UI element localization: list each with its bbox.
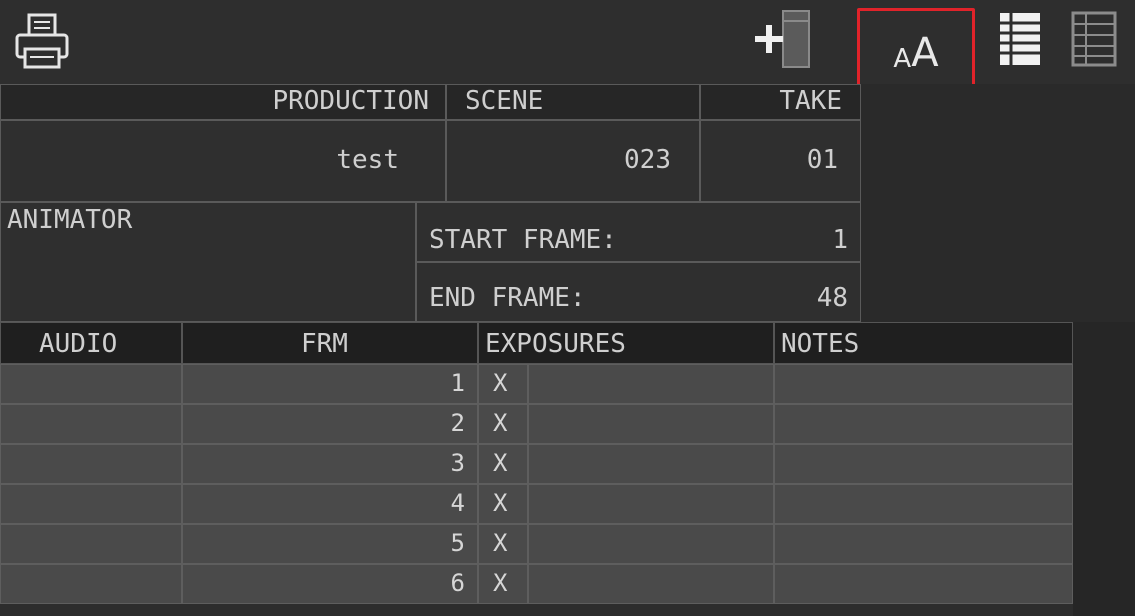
frame-cell[interactable]: 5: [182, 524, 478, 564]
production-label: PRODUCTION: [272, 86, 429, 116]
exposure-mark: X: [493, 569, 508, 597]
column-header-notes-label: NOTES: [781, 329, 860, 359]
audio-cell[interactable]: [0, 364, 182, 404]
end-frame-field[interactable]: END FRAME: 48: [416, 262, 861, 322]
grid-view-icon: [1071, 11, 1117, 67]
print-button[interactable]: [12, 8, 72, 74]
audio-cell[interactable]: [0, 404, 182, 444]
frame-cell[interactable]: 4: [182, 484, 478, 524]
column-header-frm: FRM: [182, 322, 478, 364]
end-frame-value: 48: [816, 283, 848, 313]
header-right-blank: [861, 84, 1135, 322]
frame-number: 2: [450, 409, 465, 437]
exposure-mark: X: [493, 369, 508, 397]
frame-number: 1: [450, 369, 465, 397]
frame-number: 6: [450, 569, 465, 597]
scene-field[interactable]: 023: [446, 120, 700, 202]
exposure-extra-cell[interactable]: [528, 484, 774, 524]
notes-cell[interactable]: [774, 564, 1073, 604]
frame-number: 3: [450, 449, 465, 477]
frame-cell[interactable]: 3: [182, 444, 478, 484]
audio-cell[interactable]: [0, 484, 182, 524]
take-label-cell: TAKE: [700, 84, 861, 120]
frame-cell[interactable]: 2: [182, 404, 478, 444]
sheet-rows: 1 X 2 X 3 X 4 X 5 X 6 X: [0, 364, 1073, 616]
font-size-button[interactable]: A A: [857, 8, 975, 91]
exposure-mark: X: [493, 489, 508, 517]
notes-cell[interactable]: [774, 364, 1073, 404]
frame-cell[interactable]: 6: [182, 564, 478, 604]
exposure-cell[interactable]: X: [478, 404, 528, 444]
notes-cell[interactable]: [774, 444, 1073, 484]
add-page-button[interactable]: [748, 8, 816, 72]
exposure-extra-cell[interactable]: [528, 364, 774, 404]
exposure-cell[interactable]: X: [478, 484, 528, 524]
column-header-audio-label: AUDIO: [39, 329, 118, 359]
scene-value: 023: [624, 145, 671, 175]
table-row: 5 X: [0, 524, 1073, 564]
start-frame-value: 1: [832, 225, 848, 255]
audio-cell[interactable]: [0, 564, 182, 604]
scene-label: SCENE: [465, 86, 544, 116]
column-header-audio: AUDIO: [0, 322, 182, 364]
table-row: 6 X: [0, 564, 1073, 604]
column-header-exposures-label: EXPOSURES: [485, 329, 626, 359]
production-field[interactable]: test: [0, 120, 446, 202]
notes-cell[interactable]: [774, 404, 1073, 444]
end-frame-label: END FRAME:: [429, 283, 586, 313]
audio-cell[interactable]: [0, 524, 182, 564]
exposure-cell[interactable]: X: [478, 524, 528, 564]
scene-label-cell: SCENE: [446, 84, 700, 120]
frame-number: 4: [450, 489, 465, 517]
exposure-cell[interactable]: X: [478, 364, 528, 404]
font-size-small-a: A: [893, 43, 912, 74]
table-row: 2 X: [0, 404, 1073, 444]
grid-view-button[interactable]: [1068, 10, 1120, 68]
grid-right-blank: [1073, 322, 1135, 616]
exposure-cell[interactable]: X: [478, 444, 528, 484]
exposure-extra-cell[interactable]: [528, 404, 774, 444]
list-view-button[interactable]: [996, 10, 1044, 68]
column-header-frm-label: FRM: [301, 329, 348, 359]
font-size-large-a: A: [911, 29, 939, 76]
toolbar: A A: [0, 0, 1135, 91]
take-label: TAKE: [779, 86, 842, 116]
notes-cell[interactable]: [774, 524, 1073, 564]
exposure-extra-cell[interactable]: [528, 444, 774, 484]
take-value: 01: [806, 145, 838, 175]
exposure-mark: X: [493, 449, 508, 477]
table-row: 1 X: [0, 364, 1073, 404]
production-label-cell: PRODUCTION: [0, 84, 446, 120]
animator-label: ANIMATOR: [7, 205, 133, 235]
audio-cell[interactable]: [0, 444, 182, 484]
table-row: 3 X: [0, 444, 1073, 484]
start-frame-field[interactable]: START FRAME: 1: [416, 202, 861, 262]
exposure-mark: X: [493, 529, 508, 557]
column-header-notes: NOTES: [774, 322, 1073, 364]
frame-cell[interactable]: 1: [182, 364, 478, 404]
printer-icon: [15, 13, 69, 69]
exposure-cell[interactable]: X: [478, 564, 528, 604]
notes-cell[interactable]: [774, 484, 1073, 524]
animator-field[interactable]: ANIMATOR: [0, 202, 416, 322]
frame-number: 5: [450, 529, 465, 557]
table-row: 4 X: [0, 484, 1073, 524]
exposure-mark: X: [493, 409, 508, 437]
add-page-icon: [755, 10, 810, 68]
exposure-extra-cell[interactable]: [528, 524, 774, 564]
production-value: test: [336, 145, 399, 175]
list-view-icon: [1000, 13, 1040, 65]
take-field[interactable]: 01: [700, 120, 861, 202]
start-frame-label: START FRAME:: [429, 225, 617, 255]
column-header-exposures: EXPOSURES: [478, 322, 774, 364]
exposure-extra-cell[interactable]: [528, 564, 774, 604]
